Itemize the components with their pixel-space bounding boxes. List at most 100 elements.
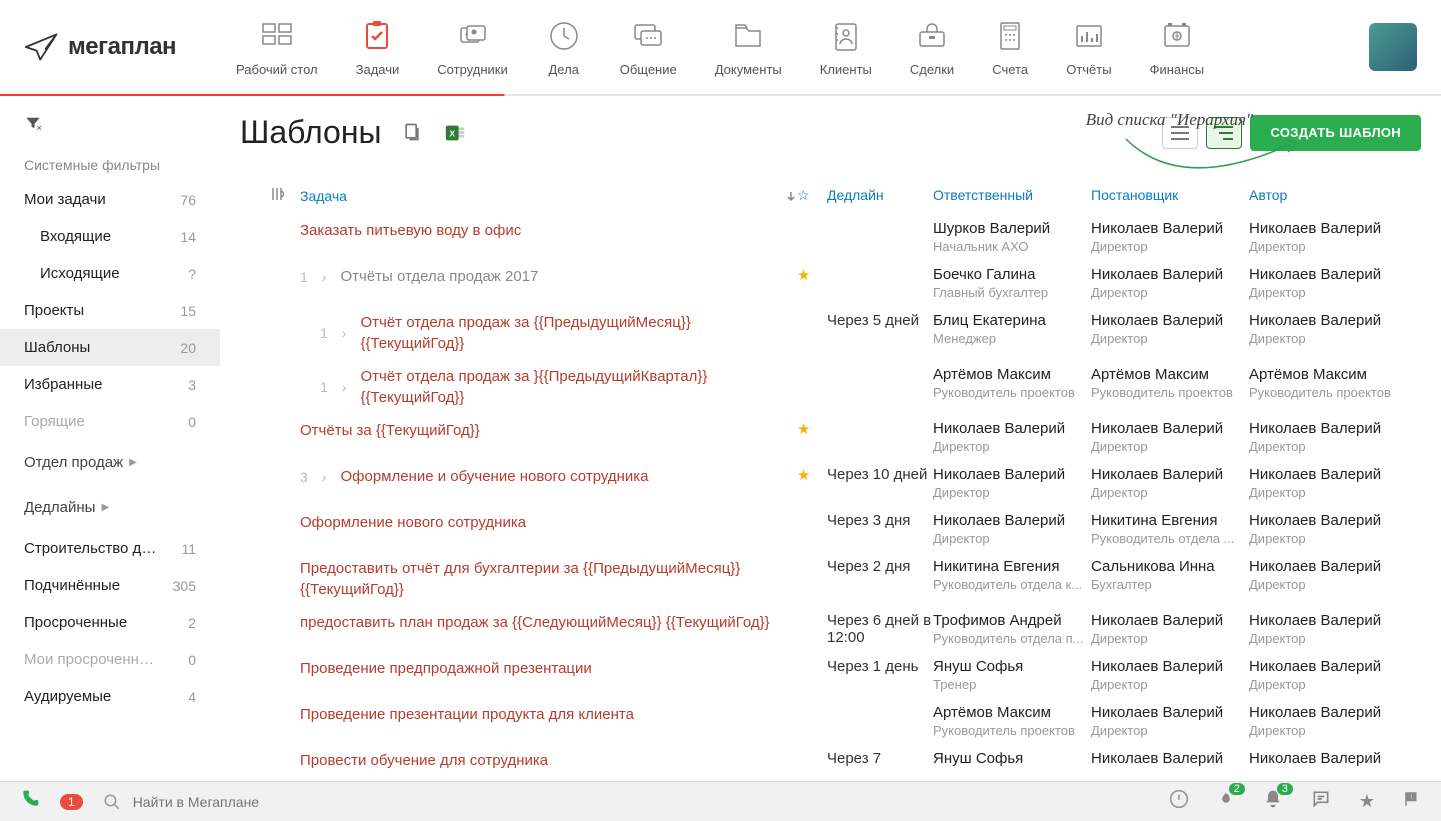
sidebar-item-label: Горящие [24,413,85,430]
nav-item-people[interactable]: Сотрудники [437,18,507,77]
sidebar-item[interactable]: Просроченные2 [0,604,220,641]
svg-text:X: X [449,129,455,138]
table-row[interactable]: Провести обучение для сотрудникаЧерез 7Я… [240,744,1421,777]
nav-item-finance[interactable]: Финансы [1150,18,1205,77]
column-owner[interactable]: Постановщик [1091,187,1249,204]
bottom-bar: 1 2 3 ★ ! [0,781,1441,821]
sidebar-item[interactable]: Входящие14 [0,218,220,255]
sidebar-expand-sales[interactable]: Отдел продаж ▶ [0,440,220,485]
nav-item-chat[interactable]: Общение [620,18,677,77]
flag-icon[interactable]: ! [1403,789,1421,814]
table-row[interactable]: 1›Отчёт отдела продаж за {{ПредыдущийМес… [240,306,1421,360]
column-star[interactable]: ☆ [797,187,827,204]
owner-cell: Николаев ВалерийДиректор [1091,220,1249,254]
paper-plane-icon [24,29,60,65]
task-link[interactable]: предоставить план продаж за {{СледующийМ… [300,612,770,633]
table-row[interactable]: 1›Отчёты отдела продаж 2017★Боечко Галин… [240,260,1421,306]
sidebar-item-count: 0 [188,414,196,430]
user-avatar[interactable] [1369,23,1417,71]
nav-label: Рабочий стол [236,62,318,77]
column-task[interactable]: Задача [300,187,797,204]
star-icon[interactable]: ★ [797,421,810,438]
create-template-button[interactable]: СОЗДАТЬ ШАБЛОН [1250,115,1421,151]
search-icon [103,793,121,811]
sidebar-item-count: 20 [180,340,196,356]
table-row[interactable]: Проведение предпродажной презентацииЧере… [240,652,1421,698]
task-link[interactable]: Проведение предпродажной презентации [300,658,592,679]
chat-icon[interactable] [1311,789,1331,814]
task-link[interactable]: Оформление и обучение нового сотрудника [340,466,648,487]
column-author[interactable]: Автор [1249,187,1407,204]
logo[interactable]: мегаплан [24,29,176,65]
responsible-cell: Николаев ВалерийДиректор [933,466,1091,500]
hint-annotation: Вид списка "Иерархия" [1086,110,1253,130]
alert-icon[interactable] [1169,789,1189,814]
task-link[interactable]: Отчёт отдела продаж за {{ПредыдущийМесяц… [360,312,797,354]
fire-icon[interactable]: 2 [1217,789,1235,814]
task-link[interactable]: Провести обучение для сотрудника [300,750,548,771]
sidebar-item[interactable]: Аудируемые4 [0,678,220,715]
nav-item-tasks[interactable]: Задачи [356,18,400,77]
sidebar-expand-deadlines[interactable]: Дедлайны ▶ [0,485,220,530]
fire-badge: 2 [1229,783,1245,795]
nav-item-dashboard[interactable]: Рабочий стол [236,18,318,77]
sidebar-item-label: Просроченные [24,614,127,631]
sidebar: ✕ Системные фильтры Мои задачи76Входящие… [0,96,220,781]
column-responsible[interactable]: Ответственный [933,187,1091,204]
nav-item-deals[interactable]: Сделки [910,18,954,77]
star-icon[interactable]: ★ [797,267,810,284]
table-row[interactable]: Предоставить отчёт для бухгалтерии за {{… [240,552,1421,606]
sidebar-item[interactable]: Подчинённые305 [0,567,220,604]
sidebar-item-count: 11 [181,541,196,557]
sidebar-item[interactable]: Избранные3 [0,366,220,403]
table-row[interactable]: Заказать питьевую воду в офисШурков Вале… [240,214,1421,260]
task-link[interactable]: Заказать питьевую воду в офис [300,220,521,241]
responsible-cell: Трофимов АндрейРуководитель отдела п... [933,612,1091,646]
task-link[interactable]: Оформление нового сотрудника [300,512,526,533]
sidebar-item-count: 0 [188,652,196,668]
sidebar-item-label: Проекты [24,302,84,319]
responsible-cell: Николаев ВалерийДиректор [933,420,1091,454]
global-search[interactable] [103,793,1149,811]
column-deadline[interactable]: Дедлайн [827,187,933,204]
excel-export-icon[interactable]: X [444,122,466,144]
responsible-cell: Блиц ЕкатеринаМенеджер [933,312,1091,346]
author-cell: Николаев ВалерийДиректор [1249,220,1407,254]
nav-item-docs[interactable]: Документы [715,18,782,77]
task-link[interactable]: Отчёты за {{ТекущийГод}} [300,420,480,441]
sidebar-item[interactable]: Мои задачи76 [0,181,220,218]
table-row[interactable]: Оформление нового сотрудникаЧерез 3 дняН… [240,506,1421,552]
column-config-icon[interactable] [254,187,300,204]
task-link[interactable]: Отчёт отдела продаж за }{{ПредыдущийКвар… [360,366,797,408]
nav-item-reports[interactable]: Отчёты [1066,18,1111,77]
sidebar-item[interactable]: Горящие 0 [0,403,220,440]
author-cell: Николаев ВалерийДиректор [1249,512,1407,546]
author-cell: Николаев ВалерийДиректор [1249,612,1407,646]
search-input[interactable] [133,794,1149,810]
nav-label: Дела [549,62,579,77]
sidebar-item[interactable]: Мои просроченные за...0 [0,641,220,678]
nav-item-invoices[interactable]: Счета [992,18,1028,77]
filter-icon[interactable]: ✕ [0,114,220,149]
docs-icon [730,18,766,54]
table-row[interactable]: 1›Отчёт отдела продаж за }{{ПредыдущийКв… [240,360,1421,414]
table-row[interactable]: Отчёты за {{ТекущийГод}} ★ Николаев Валери… [240,414,1421,460]
task-link[interactable]: Предоставить отчёт для бухгалтерии за {{… [300,558,797,600]
sidebar-item[interactable]: Проекты15 [0,292,220,329]
table-row[interactable]: 3›Оформление и обучение нового сотрудник… [240,460,1421,506]
nav-label: Клиенты [820,62,872,77]
table-row[interactable]: Проведение презентации продукта для клие… [240,698,1421,744]
sidebar-item[interactable]: Строительство детск...11 [0,530,220,567]
table-row[interactable]: предоставить план продаж за {{СледующийМ… [240,606,1421,652]
task-link[interactable]: Отчёты отдела продаж 2017 [340,266,538,287]
sidebar-item[interactable]: Исходящие? [0,255,220,292]
bell-icon[interactable]: 3 [1263,789,1283,814]
star-icon[interactable]: ★ [797,467,810,484]
star-icon[interactable]: ★ [1359,791,1375,812]
nav-item-clients[interactable]: Клиенты [820,18,872,77]
copy-icon[interactable] [402,122,424,144]
phone-icon[interactable] [20,789,40,814]
task-link[interactable]: Проведение презентации продукта для клие… [300,704,634,725]
nav-item-clock[interactable]: Дела [546,18,582,77]
sidebar-item[interactable]: Шаблоны20 [0,329,220,366]
